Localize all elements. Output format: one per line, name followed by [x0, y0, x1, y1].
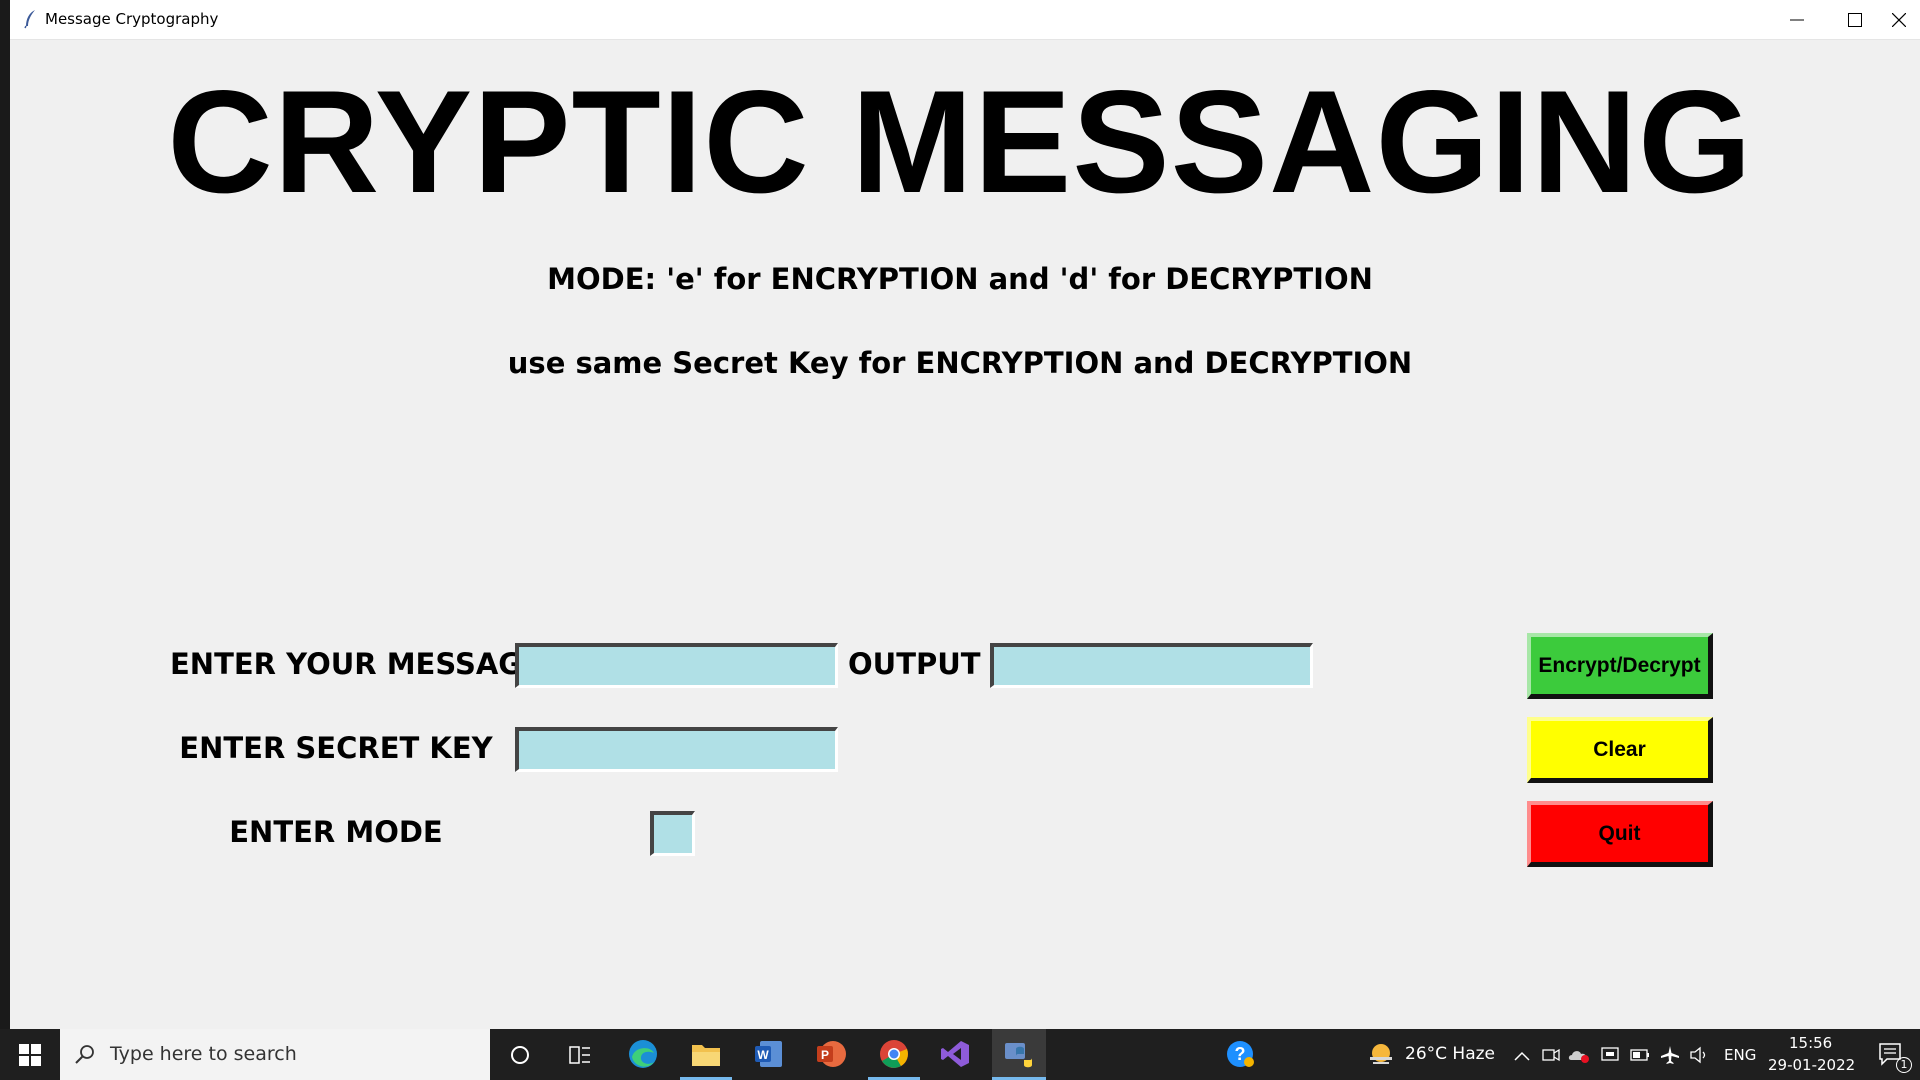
search-placeholder: Type here to search — [110, 1043, 297, 1065]
weather-sun-icon — [1370, 1044, 1392, 1064]
output-label: OUTPUT — [848, 647, 981, 681]
visual-studio-app[interactable] — [930, 1029, 980, 1080]
task-view-button[interactable] — [556, 1029, 604, 1080]
close-button[interactable] — [1884, 0, 1920, 39]
airplane-mode-icon[interactable] — [1660, 1045, 1680, 1065]
weather-text[interactable]: 26°C Haze — [1405, 1044, 1495, 1064]
notification-count-badge: 1 — [1896, 1057, 1912, 1073]
python-icon — [1005, 1043, 1032, 1068]
close-icon — [1892, 13, 1906, 27]
message-input[interactable] — [515, 643, 838, 688]
title-bar[interactable]: Message Cryptography — [10, 0, 1920, 40]
security-icon[interactable] — [1601, 1047, 1619, 1063]
mode-instructions: MODE: 'e' for ENCRYPTION and 'd' for DEC… — [547, 262, 1373, 296]
powerpoint-icon: P — [817, 1041, 846, 1067]
file-explorer-app[interactable] — [680, 1029, 732, 1080]
word-app[interactable]: W — [744, 1029, 794, 1080]
mode-input[interactable] — [650, 811, 695, 856]
powerpoint-app[interactable]: P — [806, 1029, 856, 1080]
clear-button[interactable]: Clear — [1527, 717, 1713, 783]
chevron-up-icon[interactable] — [1514, 1051, 1530, 1061]
quit-button[interactable]: Quit — [1527, 801, 1713, 867]
start-button[interactable] — [0, 1029, 60, 1080]
help-icon: ? — [1227, 1041, 1254, 1067]
word-icon: W — [755, 1041, 782, 1067]
message-label: ENTER YOUR MESSAGE — [170, 647, 542, 681]
search-icon — [75, 1045, 94, 1064]
cortana-button[interactable] — [500, 1029, 540, 1080]
secret-key-input[interactable] — [515, 727, 838, 772]
minimize-icon — [1790, 19, 1804, 21]
page-title: CRYPTIC MESSAGING — [167, 60, 1753, 223]
taskbar: Type here to search W P ? 26°C Haze ENG … — [0, 1029, 1920, 1080]
language-indicator[interactable]: ENG — [1724, 1046, 1756, 1064]
notification-center-button[interactable]: 1 — [1862, 1029, 1920, 1080]
minimize-button[interactable] — [1768, 0, 1826, 39]
volume-icon[interactable] — [1690, 1046, 1710, 1064]
clock-date[interactable]: 29-01-2022 — [1768, 1056, 1855, 1074]
chrome-icon — [880, 1040, 908, 1068]
edge-app[interactable] — [618, 1029, 668, 1080]
svg-text:?: ? — [1235, 1044, 1246, 1064]
battery-icon[interactable] — [1630, 1049, 1650, 1061]
feather-icon — [24, 10, 35, 29]
taskbar-search[interactable]: Type here to search — [60, 1029, 490, 1080]
windows-logo-icon — [19, 1044, 41, 1066]
window-title: Message Cryptography — [45, 10, 219, 28]
chrome-app[interactable] — [868, 1029, 920, 1080]
svg-text:P: P — [821, 1048, 829, 1062]
task-view-icon — [569, 1046, 590, 1064]
mode-label: ENTER MODE — [229, 815, 443, 849]
clock-time[interactable]: 15:56 — [1789, 1034, 1832, 1052]
edge-icon — [629, 1040, 657, 1068]
encrypt-decrypt-button[interactable]: Encrypt/Decrypt — [1527, 633, 1713, 699]
maximize-button[interactable] — [1826, 0, 1884, 39]
meet-now-icon[interactable] — [1542, 1047, 1560, 1063]
output-field[interactable] — [990, 643, 1313, 688]
app-window: Message Cryptography CRYPTIC MESSAGING M… — [10, 0, 1920, 1029]
folder-icon — [692, 1045, 720, 1066]
cortana-circle-icon — [511, 1046, 529, 1064]
key-instructions: use same Secret Key for ENCRYPTION and D… — [507, 346, 1413, 380]
onedrive-error-icon[interactable] — [1568, 1047, 1590, 1063]
visual-studio-icon — [941, 1041, 969, 1067]
python-app[interactable] — [992, 1029, 1046, 1080]
help-app[interactable]: ? — [1220, 1029, 1260, 1080]
svg-text:W: W — [757, 1048, 769, 1062]
maximize-icon — [1848, 13, 1862, 27]
secret-key-label: ENTER SECRET KEY — [179, 731, 493, 765]
